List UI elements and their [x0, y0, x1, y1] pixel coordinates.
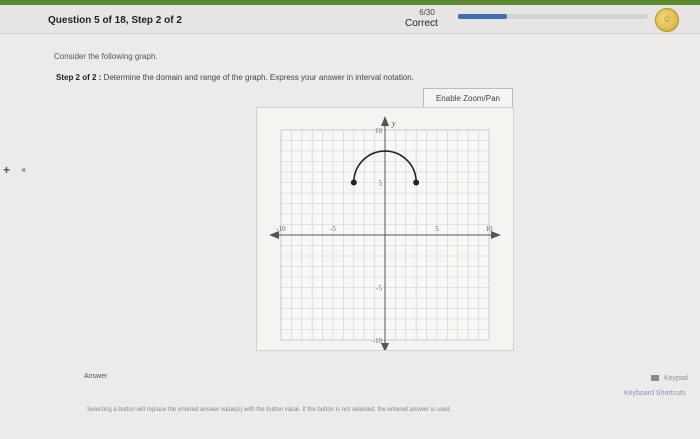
x-tick-label: -10 — [276, 225, 286, 233]
x-tick-label: 5 — [435, 225, 439, 233]
graph-svg[interactable]: y -10 -5 5 10 10 5 -5 -10 — [257, 108, 513, 350]
progress-bar — [458, 14, 648, 19]
keypad-link[interactable]: Keypad — [651, 375, 688, 382]
y-tick-label: -10 — [373, 337, 383, 345]
medal-icon[interactable]: ☆ — [655, 8, 679, 32]
keypad-icon — [651, 375, 659, 382]
question-title: Question 5 of 18, Step 2 of 2 — [48, 15, 182, 26]
step-label: Step 2 of 2 : — [56, 73, 102, 82]
closed-endpoint — [350, 179, 357, 186]
step-text: Determine the domain and range of the gr… — [103, 73, 414, 82]
y-tick-label: 5 — [379, 180, 383, 188]
y-tick-label: 10 — [375, 127, 383, 135]
progress-fill — [458, 14, 508, 19]
answer-label: Answer — [84, 373, 108, 380]
status-text: Correct — [405, 18, 438, 29]
y-axis-arrow-down — [381, 343, 389, 350]
keyboard-shortcuts-link[interactable]: Keyboard Shortcuts — [624, 390, 685, 397]
graph-panel[interactable]: y -10 -5 5 10 10 5 -5 -10 — [256, 107, 514, 351]
keypad-label: Keypad — [664, 375, 688, 382]
x-tick-label: -5 — [330, 225, 336, 233]
x-axis-arrow-right — [491, 231, 501, 239]
question-header: Question 5 of 18, Step 2 of 2 6/30 Corre… — [0, 5, 700, 34]
closed-endpoint — [413, 179, 420, 186]
close-icon[interactable]: × — [21, 165, 26, 175]
score-text: 6/30 — [419, 8, 435, 17]
y-tick-label: -5 — [376, 285, 382, 293]
x-tick-label: 10 — [486, 225, 494, 233]
step-instruction: Step 2 of 2 : Determine the domain and r… — [56, 73, 414, 82]
y-axis-arrow-up — [381, 116, 389, 126]
answer-instructions: Selecting a button will replace the ente… — [87, 407, 452, 413]
add-icon[interactable]: + — [3, 163, 10, 177]
y-axis-label: y — [391, 119, 396, 128]
question-prompt: Consider the following graph. — [54, 52, 158, 61]
